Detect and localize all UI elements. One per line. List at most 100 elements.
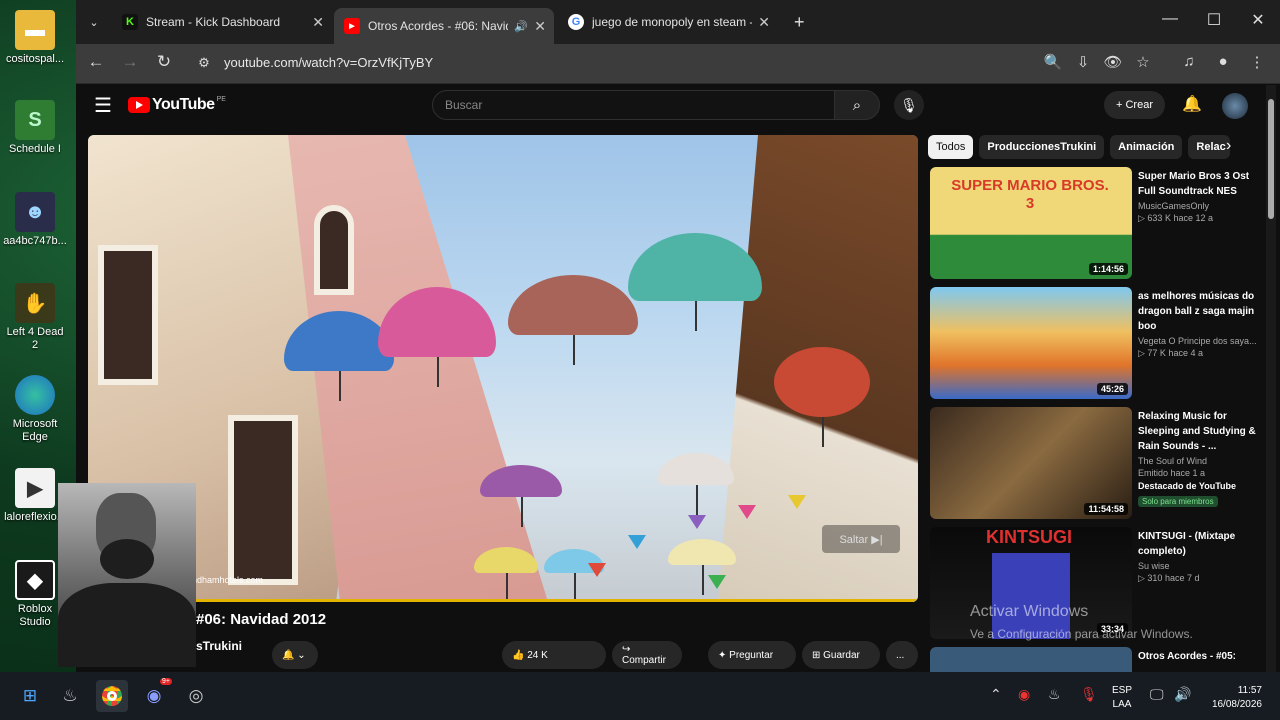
voice-search-icon[interactable]: 🎙: [894, 90, 924, 120]
chevron-up-icon[interactable]: ⌃: [990, 686, 1002, 703]
close-window-icon[interactable]: ✕: [1248, 10, 1268, 30]
video-thumbnail: [930, 647, 1132, 672]
bunting-flag: [688, 515, 706, 529]
like-button[interactable]: 👍 24 K: [502, 641, 606, 669]
video-player[interactable]: ndhamhotels.com Saltar ▶|: [88, 135, 918, 602]
youtube-logo[interactable]: YouTube PE: [128, 96, 226, 114]
eye-off-icon[interactable]: 👁: [1102, 53, 1124, 71]
chip-animacion[interactable]: Animación: [1110, 135, 1183, 159]
tab-kick-dashboard[interactable]: K Stream - Kick Dashboard ✕: [112, 8, 332, 36]
video-file-icon: ▶: [15, 468, 55, 508]
chip-producciones[interactable]: ProduccionesTrukini: [979, 135, 1105, 159]
close-tab-icon[interactable]: ✕: [312, 14, 324, 31]
clock[interactable]: 11:57 16/08/2026: [1202, 684, 1262, 712]
scrollbar[interactable]: [1266, 85, 1276, 672]
steam-tray-icon[interactable]: ♨: [1048, 686, 1061, 703]
desktop-icon-schedule-i[interactable]: S Schedule I: [2, 100, 68, 156]
bunting-flag: [738, 505, 756, 519]
share-button[interactable]: ↪ Compartir: [612, 641, 682, 669]
address-bar: ← → ↻ ⚙ youtube.com/watch?v=OrzVfKjTyBY …: [76, 44, 1280, 84]
reload-icon[interactable]: ↻: [152, 52, 176, 72]
chip-relacionados[interactable]: Relac: [1188, 135, 1231, 159]
windows-start-icon[interactable]: ⊞: [14, 680, 46, 712]
tab-search-button[interactable]: ⌄: [84, 8, 104, 36]
list-item[interactable]: 11:54:58 Relaxing Music for Sleeping and…: [930, 407, 1256, 519]
edge-icon: [15, 375, 55, 415]
discord-icon[interactable]: ◉ 9+: [138, 678, 172, 712]
chevron-right-icon[interactable]: ›: [1226, 137, 1231, 155]
desktop-icon-edge[interactable]: Microsoft Edge: [2, 375, 68, 444]
obs-icon[interactable]: ◎: [180, 680, 212, 712]
more-actions-button[interactable]: ...: [886, 641, 918, 669]
ask-button[interactable]: ✦ Preguntar: [708, 641, 796, 669]
tab-google-search[interactable]: G juego de monopoly en steam - Buscar co…: [558, 8, 778, 36]
close-tab-icon[interactable]: ✕: [758, 14, 770, 31]
notifications-toggle[interactable]: 🔔 ⌄: [272, 641, 318, 669]
bunting-flag: [708, 575, 726, 589]
save-button[interactable]: ⊞ Guardar: [802, 641, 880, 669]
desktop-icon-character[interactable]: ☻ aa4bc747b...: [2, 192, 68, 248]
audio-playing-icon[interactable]: 🔊: [514, 20, 528, 33]
hamburger-menu-icon[interactable]: ☰: [94, 93, 112, 118]
language-indicator[interactable]: ESP LAA: [1112, 684, 1132, 712]
media-controls-icon[interactable]: ♫: [1178, 53, 1200, 70]
install-app-icon[interactable]: ⇩: [1072, 53, 1094, 71]
search-icon[interactable]: ⌕: [834, 90, 880, 120]
youtube-header: ☰ YouTube PE Buscar ⌕ 🎙 + Crear 🔔: [76, 85, 1266, 127]
avatar[interactable]: [1222, 93, 1248, 119]
video-frame-window: [314, 205, 354, 295]
tab-youtube-active[interactable]: ▶ Otros Acordes - #06: Navidad 2012 🔊 ✕: [334, 8, 554, 44]
mic-tray-icon[interactable]: 🎙: [1080, 686, 1098, 703]
new-tab-button[interactable]: +: [784, 8, 815, 36]
list-item[interactable]: SUPER MARIO BROS. 3 1:14:56 Super Mario …: [930, 167, 1249, 279]
scrollbar-thumb[interactable]: [1268, 99, 1274, 219]
schedule-i-icon: S: [15, 100, 55, 140]
network-icon[interactable]: 🖵: [1150, 686, 1164, 703]
youtube-icon: ▶: [344, 18, 360, 34]
video-title: #06: Navidad 2012: [196, 611, 327, 628]
chrome-icon[interactable]: [96, 680, 128, 712]
create-button[interactable]: + Crear: [1104, 91, 1165, 119]
left4dead-icon: ✋: [15, 283, 55, 323]
tray-app-icon[interactable]: ◉: [1018, 686, 1030, 703]
bunting-flag: [788, 495, 806, 509]
youtube-play-icon: [128, 97, 150, 113]
desktop-icon-left4dead[interactable]: ✋ Left 4 Dead 2: [2, 283, 68, 352]
maximize-icon[interactable]: ☐: [1204, 10, 1224, 30]
folder-icon: ▬: [15, 10, 55, 50]
webcam-body: [58, 583, 196, 667]
bookmark-star-icon[interactable]: ☆: [1132, 53, 1154, 71]
steam-icon[interactable]: ♨: [54, 680, 86, 712]
list-item[interactable]: KINTSUGI 33:34 KINTSUGI - (Mixtape compl…: [930, 527, 1235, 639]
video-meta: KINTSUGI - (Mixtape completo) Su wise ▷ …: [1138, 531, 1236, 583]
notifications-icon[interactable]: 🔔: [1182, 94, 1202, 114]
search-input[interactable]: Buscar: [432, 90, 836, 120]
chrome-window: ⌄ K Stream - Kick Dashboard ✕ ▶ Otros Ac…: [76, 0, 1280, 672]
kick-icon: K: [122, 14, 138, 30]
list-item[interactable]: Otros Acordes - #05:: [930, 647, 1236, 672]
list-item[interactable]: 45:26 as melhores músicas do dragon ball…: [930, 287, 1257, 399]
forward-icon[interactable]: →: [118, 52, 142, 72]
desktop-icon-folder[interactable]: ▬ cositospal...: [2, 10, 68, 66]
activate-windows-subtitle: Ve a Configuración para activar Windows.: [970, 627, 1193, 641]
chip-todos[interactable]: Todos: [928, 135, 974, 159]
roblox-icon: ◆: [15, 560, 55, 600]
zoom-icon[interactable]: 🔍: [1042, 53, 1064, 71]
menu-icon[interactable]: ⋮: [1246, 53, 1268, 71]
umbrella-teal: [628, 233, 762, 331]
close-tab-icon[interactable]: ✕: [534, 18, 546, 35]
profile-icon[interactable]: ●: [1212, 53, 1234, 70]
url-field[interactable]: youtube.com/watch?v=OrzVfKjTyBY: [224, 55, 433, 70]
video-meta: Relaxing Music for Sleeping and Studying…: [1138, 411, 1256, 507]
back-icon[interactable]: ←: [84, 52, 108, 72]
site-info-icon[interactable]: ⚙: [192, 55, 216, 71]
video-thumbnail: KINTSUGI 33:34: [930, 527, 1132, 639]
skip-ad-button[interactable]: Saltar ▶|: [822, 525, 900, 553]
video-thumbnail: 45:26: [930, 287, 1132, 399]
channel-name[interactable]: sTrukini: [196, 639, 242, 653]
video-watermark: ndhamhotels.com: [192, 575, 264, 585]
minimize-icon[interactable]: —: [1160, 10, 1180, 28]
video-progress-bar[interactable]: [88, 599, 918, 602]
video-thumbnail: 11:54:58: [930, 407, 1132, 519]
volume-icon[interactable]: 🔊: [1174, 686, 1191, 703]
